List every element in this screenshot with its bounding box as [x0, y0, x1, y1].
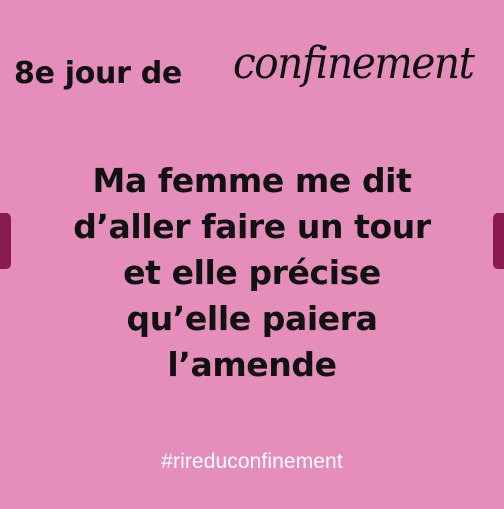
joke-line: qu’elle paiera — [126, 299, 378, 338]
hashtag-text: #rireduconfinement — [161, 450, 343, 473]
joke-line: et elle précise — [123, 253, 381, 292]
next-slide-handle[interactable] — [493, 213, 504, 269]
title-day-text: 8e jour de — [14, 56, 182, 91]
joke-line: Ma femme me dit — [92, 161, 412, 200]
joke-line: d’aller faire un tour — [73, 207, 431, 246]
joke-line: l’amende — [167, 345, 337, 384]
post-title: 8e jour de confinement — [14, 38, 494, 108]
post-card: 8e jour de confinement Ma femme me dit d… — [0, 0, 504, 509]
previous-slide-handle[interactable] — [0, 213, 11, 269]
joke-text: Ma femme me dit d’aller faire un tour et… — [10, 158, 494, 388]
title-script-word: confinement — [233, 38, 475, 89]
